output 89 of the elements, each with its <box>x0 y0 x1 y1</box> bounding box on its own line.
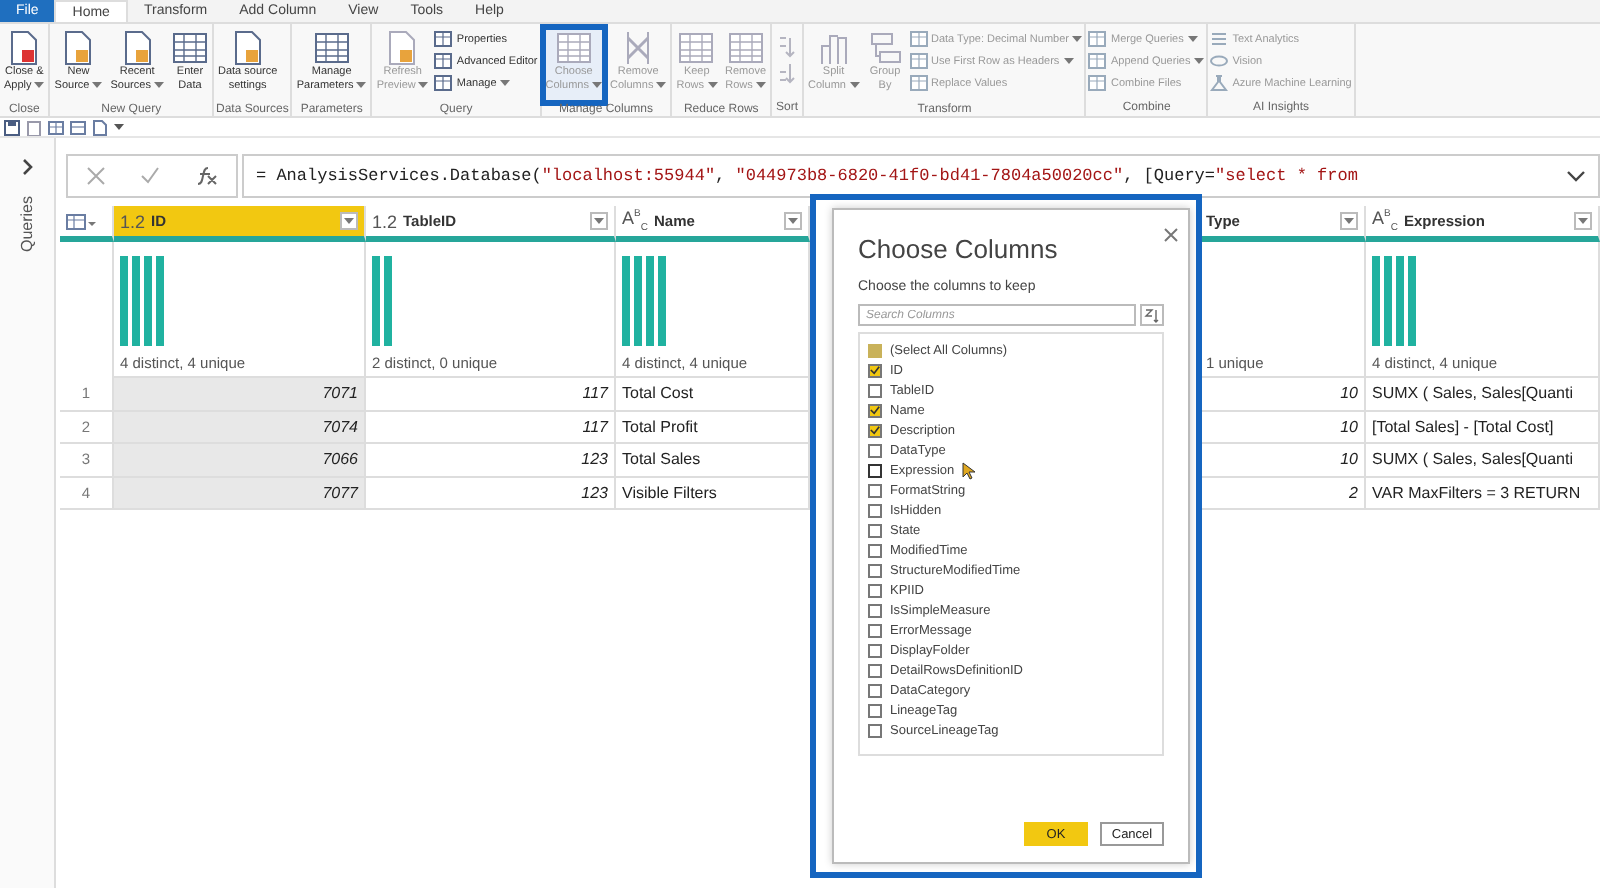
distribution-bars <box>1372 256 1420 346</box>
filter-button[interactable] <box>1340 212 1358 230</box>
caret-icon <box>418 82 429 88</box>
document-icon <box>121 30 154 66</box>
caret-icon <box>1194 58 1205 64</box>
filter-button[interactable] <box>1574 212 1592 230</box>
close-icon[interactable] <box>1164 228 1178 242</box>
table-cell: 7066 <box>114 444 366 477</box>
sort-icon <box>1144 307 1160 323</box>
table-cell: 7074 <box>114 411 366 444</box>
table-cell: SUMX ( Sales, Sales[Quanti <box>1366 444 1600 477</box>
caret-icon <box>788 218 798 224</box>
caret-icon <box>849 82 859 88</box>
caret-icon <box>34 82 45 88</box>
caret-icon <box>1344 218 1354 224</box>
caret-icon <box>1578 218 1588 224</box>
table-menu-button[interactable] <box>60 206 114 242</box>
distribution-bars <box>622 256 670 346</box>
table-cell: 117 <box>366 378 616 411</box>
table-cell: 123 <box>366 477 616 510</box>
table-icon <box>66 213 96 229</box>
chevron-down-icon[interactable] <box>1566 170 1586 182</box>
table-icon <box>909 30 927 48</box>
caret-icon <box>500 80 511 86</box>
caret-icon <box>92 82 103 88</box>
table-icon <box>909 52 927 70</box>
dialog-title: Choose Columns <box>858 234 1060 264</box>
table-icon <box>434 74 453 92</box>
table-cell: [Total Sales] - [Total Cost] <box>1366 411 1600 444</box>
table-icon <box>678 30 715 66</box>
table-cell: VAR MaxFilters = 3 RETURN <box>1366 477 1600 510</box>
document-icon <box>8 30 41 66</box>
table-icon <box>555 30 592 66</box>
group-by-icon <box>867 30 903 66</box>
filter-button[interactable] <box>784 212 802 230</box>
table-icon[interactable] <box>48 119 64 135</box>
caret-icon <box>755 82 766 88</box>
table-cell: 117 <box>366 411 616 444</box>
table-cell: 10 <box>1200 378 1366 411</box>
table-cell: Total Profit <box>616 411 810 444</box>
close-icon[interactable] <box>85 166 106 186</box>
table-cell: 10 <box>1200 411 1366 444</box>
formula-field[interactable]: = AnalysisServices.Database("localhost:55944", "044973b8-6820-41f0-bd41-7804a50020cc", [Query="select * from <box>242 154 1600 198</box>
sort-button[interactable] <box>1140 304 1164 326</box>
table-icon <box>727 30 764 66</box>
document-icon[interactable] <box>92 119 108 135</box>
cursor-icon <box>962 461 977 479</box>
table-cell: Visible Filters <box>616 477 810 510</box>
distribution-bars <box>120 256 168 346</box>
save-icon[interactable] <box>4 119 20 135</box>
document-icon <box>231 30 264 66</box>
table-icon <box>313 30 350 66</box>
check-mark-icon <box>870 364 880 376</box>
distribution-bars <box>372 256 396 346</box>
caret-icon <box>707 82 718 88</box>
caret-icon <box>592 82 602 88</box>
table-cell: 7071 <box>114 378 366 411</box>
chevron-icon[interactable] <box>21 158 33 176</box>
table-cell: 7077 <box>114 477 366 510</box>
function-icon[interactable] <box>196 166 219 186</box>
table-icon <box>171 30 208 66</box>
table-cell: 10 <box>1200 444 1366 477</box>
check-icon[interactable] <box>140 166 161 186</box>
table-cell: Total Cost <box>616 378 810 411</box>
flask-icon <box>1210 74 1229 92</box>
queries-label[interactable]: Queries <box>18 196 36 253</box>
caret-icon <box>1063 58 1074 64</box>
eye-icon <box>1210 52 1229 70</box>
caret-icon <box>344 218 354 224</box>
filter-button[interactable] <box>340 212 358 230</box>
caret-icon <box>594 218 604 224</box>
document-icon <box>386 30 419 66</box>
caret-icon <box>114 124 124 130</box>
split-column-icon <box>815 30 852 66</box>
table-cell: 123 <box>366 444 616 477</box>
column-type-label[interactable]: 1.2 <box>372 211 398 231</box>
table-icon[interactable] <box>70 119 86 135</box>
table-cell: 2 <box>1200 477 1366 510</box>
lines-icon <box>1210 30 1229 48</box>
caret-icon <box>356 82 367 88</box>
caret-icon <box>153 82 164 88</box>
caret-icon <box>1072 36 1083 42</box>
table-cell: Total Sales <box>616 444 810 477</box>
document-icon <box>62 30 95 66</box>
caret-icon <box>1187 36 1198 42</box>
column-type-label[interactable]: 1.2 <box>120 211 146 231</box>
table-cell: SUMX ( Sales, Sales[Quanti <box>1366 378 1600 411</box>
filter-button[interactable] <box>590 212 608 230</box>
caret-icon <box>656 82 667 88</box>
